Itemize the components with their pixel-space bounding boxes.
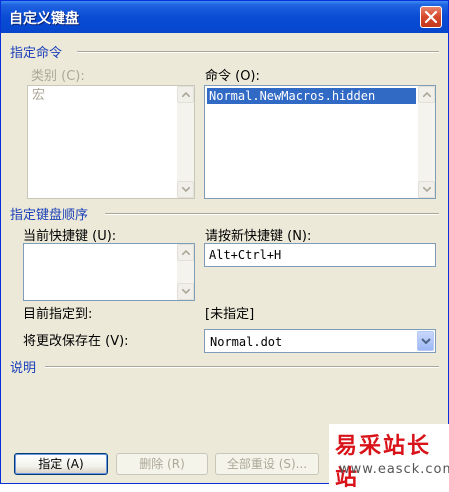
vertical-scrollbar[interactable] — [177, 86, 194, 198]
watermark-url: www.easck.com — [339, 462, 449, 477]
title-bar[interactable]: 自定义键盘 — [1, 1, 448, 33]
current-keys-list[interactable] — [23, 243, 195, 301]
close-button[interactable] — [420, 6, 442, 28]
customize-keyboard-dialog: 自定义键盘 指定命令 类别 (C): 宏 命令 (O): Normal.NewM… — [0, 0, 449, 491]
commands-label: 命令 (O): — [205, 69, 260, 84]
group-divider — [105, 213, 439, 215]
scroll-down-button[interactable] — [177, 283, 194, 300]
chevron-up-icon — [423, 92, 431, 97]
scroll-up-button[interactable] — [177, 86, 194, 103]
chevron-down-icon — [423, 187, 431, 192]
current-keys-label: 当前快捷键 (U): — [23, 229, 117, 244]
key-sequence-group-label: 指定键盘顺序 — [10, 208, 89, 223]
categories-label: 类别 (C): — [31, 69, 85, 84]
list-item[interactable]: 宏 — [30, 88, 175, 104]
specify-command-group-label: 指定命令 — [10, 46, 63, 61]
scroll-down-button[interactable] — [418, 181, 435, 198]
chevron-up-icon — [182, 250, 190, 255]
save-in-label: 将更改保存在 (V): — [23, 334, 129, 349]
assigned-to-value: [未指定] — [205, 307, 255, 322]
chevron-down-icon — [182, 289, 190, 294]
scroll-up-button[interactable] — [418, 86, 435, 103]
reset-all-button[interactable]: 全部重设 (S)... — [215, 453, 319, 475]
save-in-selected-value: Normal.dot — [210, 335, 283, 349]
window-title: 自定义键盘 — [9, 11, 79, 27]
description-group-label: 说明 — [10, 361, 37, 376]
new-shortcut-input[interactable]: Alt+Ctrl+H — [204, 243, 436, 267]
categories-list[interactable]: 宏 — [27, 85, 195, 199]
commands-list[interactable]: Normal.NewMacros.hidden — [204, 85, 436, 199]
scroll-down-button[interactable] — [177, 181, 194, 198]
assigned-to-label: 目前指定到: — [23, 307, 93, 322]
group-divider — [45, 366, 439, 368]
remove-button[interactable]: 删除 (R) — [116, 453, 208, 475]
list-item[interactable]: Normal.NewMacros.hidden — [207, 88, 416, 104]
chevron-down-icon — [421, 338, 431, 344]
dropdown-button[interactable] — [417, 331, 434, 351]
chevron-up-icon — [182, 92, 190, 97]
scroll-up-button[interactable] — [177, 244, 194, 261]
chevron-down-icon — [182, 187, 190, 192]
close-icon — [425, 11, 437, 23]
vertical-scrollbar[interactable] — [177, 244, 194, 300]
group-divider — [77, 51, 439, 53]
vertical-scrollbar[interactable] — [418, 86, 435, 198]
new-key-label: 请按新快捷键 (N): — [205, 229, 312, 244]
watermark-brand: 易采站长站 — [335, 433, 432, 491]
assign-button[interactable]: 指定 (A) — [14, 453, 108, 475]
save-in-select[interactable]: Normal.dot — [204, 329, 436, 353]
site-watermark: 易采站长站 www.easck.com — [329, 424, 449, 491]
